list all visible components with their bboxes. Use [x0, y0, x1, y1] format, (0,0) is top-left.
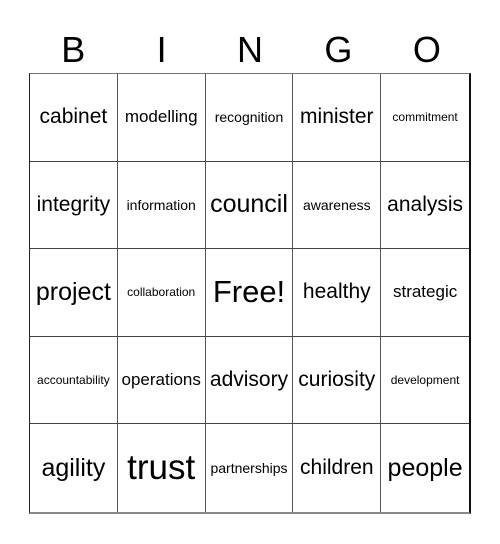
bingo-cell[interactable]: healthy — [293, 249, 382, 337]
bingo-cell[interactable]: agility — [30, 424, 118, 512]
bingo-cell[interactable]: minister — [293, 74, 382, 162]
bingo-cell[interactable]: operations — [117, 336, 206, 425]
bingo-cell[interactable]: cabinet — [30, 74, 118, 162]
bingo-cell[interactable]: people — [381, 424, 469, 512]
bingo-grid: cabinet modelling recognition minister c… — [29, 73, 471, 514]
header-letter-g: G — [324, 29, 353, 70]
bingo-cell[interactable]: trust — [118, 424, 206, 512]
header-letter-i: I — [156, 29, 167, 70]
bingo-cell[interactable]: partnerships — [206, 424, 294, 512]
header-letter-n: N — [237, 29, 264, 70]
bingo-cell[interactable]: modelling — [117, 74, 206, 162]
bingo-cell[interactable]: integrity — [30, 161, 118, 250]
bingo-cell[interactable]: information — [117, 161, 206, 250]
bingo-cell[interactable]: collaboration — [117, 249, 206, 337]
bingo-cell[interactable]: project — [30, 249, 118, 337]
header-letter-o: O — [412, 29, 441, 70]
bingo-cell[interactable]: children — [293, 424, 382, 512]
bingo-cell[interactable]: recognition — [205, 74, 294, 162]
bingo-cell[interactable]: advisory — [205, 336, 294, 425]
bingo-cell[interactable]: commitment — [381, 74, 469, 162]
bingo-cell[interactable]: council — [205, 161, 294, 250]
bingo-cell[interactable]: strategic — [381, 249, 469, 337]
bingo-cell[interactable]: accountability — [30, 336, 118, 425]
bingo-cell[interactable]: development — [381, 337, 469, 425]
bingo-cell[interactable]: analysis — [381, 162, 469, 250]
bingo-cell[interactable]: awareness — [293, 161, 382, 250]
bingo-header: B I N G O — [29, 28, 471, 72]
header-letter-b: B — [61, 29, 86, 70]
free-space-cell[interactable]: Free! — [205, 249, 294, 337]
bingo-cell[interactable]: curiosity — [293, 336, 382, 425]
